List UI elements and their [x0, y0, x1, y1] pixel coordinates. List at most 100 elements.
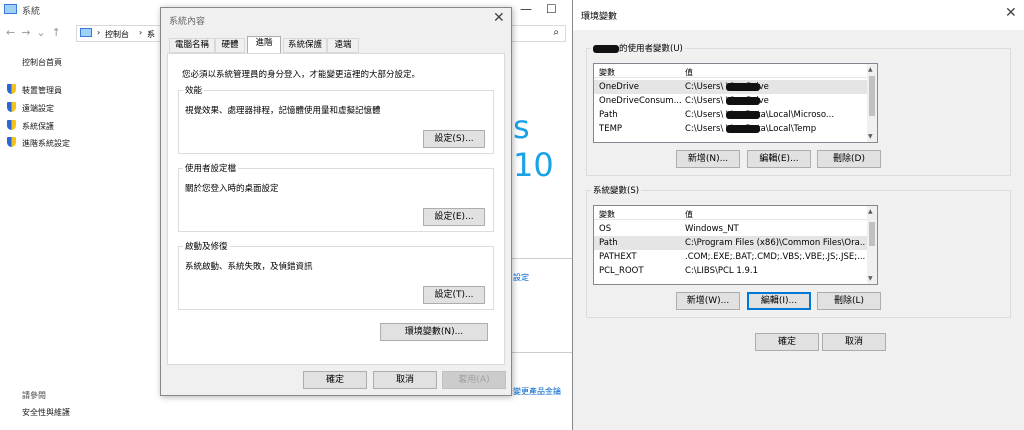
- var-value: C:\Program Files (x86)\Common Files\Ora.…: [685, 238, 865, 248]
- security-maintenance-link[interactable]: 安全性與維護: [22, 407, 70, 418]
- scroll-down-icon[interactable]: ▼: [868, 275, 873, 282]
- redacted-username: [726, 125, 760, 133]
- user-delete-button[interactable]: 刪除(D): [817, 150, 881, 168]
- redacted-username: [726, 97, 760, 105]
- performance-desc: 視覺效果、處理器排程，記憶體使用量和虛擬記憶體: [185, 106, 381, 116]
- var-name: PCL_ROOT: [599, 266, 644, 276]
- redacted-username: [726, 83, 760, 91]
- performance-settings-button[interactable]: 設定(S)...: [423, 130, 485, 148]
- col-value-header[interactable]: 值: [685, 209, 693, 220]
- environment-variables-dialog: 環境變數 ✕ 的使用者變數(U) 變數 值 OneDrive C:\Users\ …: [572, 0, 1024, 430]
- settings-link[interactable]: 設定: [513, 272, 529, 283]
- list-item[interactable]: PCL_ROOT C:\LIBS\PCL 1.9.1: [594, 264, 868, 278]
- breadcrumb-item[interactable]: 系: [147, 29, 155, 40]
- shield-icon: [7, 84, 16, 94]
- var-name: PATHEXT: [599, 252, 637, 262]
- user-profiles-legend: 使用者設定檔: [183, 162, 239, 174]
- list-item[interactable]: PATHEXT .COM;.EXE;.BAT;.CMD;.VBS;.VBE;.JS…: [594, 250, 868, 264]
- maximize-icon[interactable]: ☐: [546, 2, 557, 16]
- tab-hardware[interactable]: 硬體: [215, 38, 245, 53]
- scrollbar[interactable]: ▲ ▼: [867, 64, 877, 142]
- sidebar-home[interactable]: 控制台首頁: [22, 57, 62, 68]
- user-profiles-group: 使用者設定檔 關於您登入時的桌面設定 設定(E)...: [178, 162, 494, 232]
- control-panel-icon: [80, 28, 92, 37]
- list-header: 變數 值: [594, 206, 877, 220]
- scroll-down-icon[interactable]: ▼: [868, 133, 873, 140]
- breadcrumb-sep-icon: ›: [97, 28, 101, 37]
- scroll-up-icon[interactable]: ▲: [868, 208, 873, 215]
- monitor-icon: [4, 4, 17, 14]
- scrollbar[interactable]: ▲ ▼: [867, 206, 877, 284]
- user-profiles-desc: 關於您登入時的桌面設定: [185, 184, 279, 194]
- cancel-button[interactable]: 取消: [373, 371, 437, 389]
- var-name: OneDrive: [599, 82, 639, 92]
- system-properties-dialog: 系統內容 ✕ 電腦名稱 硬體 進階 系統保護 遠端 您必須以系統管理員的身分登入…: [160, 7, 512, 396]
- close-icon[interactable]: ✕: [1005, 5, 1017, 21]
- redacted-username: [593, 44, 619, 53]
- user-new-button[interactable]: 新增(N)...: [676, 150, 740, 168]
- ok-button[interactable]: 確定: [303, 371, 367, 389]
- shield-icon: [7, 137, 16, 147]
- list-item[interactable]: OS Windows_NT: [594, 222, 868, 236]
- col-value-header[interactable]: 值: [685, 67, 693, 78]
- nav-arrows[interactable]: ←→⌄↑: [6, 26, 67, 39]
- startup-legend: 啟動及修復: [183, 240, 230, 252]
- sidebar-item-advanced[interactable]: 進階系統設定: [22, 138, 70, 149]
- system-variables-group: 系統變數(S) 變數 值 OS Windows_NT Path C:\Program…: [586, 184, 1011, 318]
- user-variables-group: 的使用者變數(U) 變數 值 OneDrive C:\Users\ \OneDri…: [586, 42, 1011, 176]
- startup-desc: 系統啟動、系統失敗，及偵錯資訊: [185, 262, 313, 272]
- list-item[interactable]: Path C:\Program Files (x86)\Common Files\…: [594, 236, 868, 250]
- col-variable-header[interactable]: 變數: [599, 209, 615, 220]
- var-name: OneDriveConsum...: [599, 96, 681, 106]
- advanced-panel: 您必須以系統管理員的身分登入，才能變更這裡的大部分設定。 效能 視覺效果、處理器…: [167, 53, 505, 365]
- system-edit-button[interactable]: 編輯(I)...: [747, 292, 811, 310]
- user-variables-list[interactable]: 變數 值 OneDrive C:\Users\ \OneDrive OneDriv…: [593, 63, 878, 143]
- scroll-thumb[interactable]: [869, 222, 875, 246]
- tab-system-protection[interactable]: 系統保護: [283, 38, 327, 53]
- sidebar-item-remote[interactable]: 遠端設定: [22, 103, 54, 114]
- see-also-heading: 請參閱: [22, 391, 46, 400]
- environment-variables-button[interactable]: 環境變數(N)...: [380, 323, 488, 341]
- sidebar-item-protection[interactable]: 系統保護: [22, 121, 54, 132]
- var-name: Path: [599, 238, 618, 248]
- col-variable-header[interactable]: 變數: [599, 67, 615, 78]
- redacted-username: [726, 111, 760, 119]
- dialog-title: 系統內容: [169, 17, 206, 27]
- scroll-up-icon[interactable]: ▲: [868, 66, 873, 73]
- var-value: C:\LIBS\PCL 1.9.1: [685, 266, 758, 276]
- scroll-thumb[interactable]: [869, 76, 875, 116]
- performance-group: 效能 視覺效果、處理器排程，記憶體使用量和虛擬記憶體 設定(S)...: [178, 84, 494, 154]
- var-value: Windows_NT: [685, 224, 739, 234]
- search-icon[interactable]: ⌕: [553, 27, 559, 38]
- var-value: C:\Users\ \AppData\Local\Microso...: [685, 110, 835, 120]
- system-new-button[interactable]: 新增(W)...: [676, 292, 740, 310]
- apply-button[interactable]: 套用(A): [442, 371, 506, 389]
- var-value: C:\Users\ \OneDrive: [685, 96, 769, 106]
- user-edit-button[interactable]: 編輯(E)...: [747, 150, 811, 168]
- close-icon[interactable]: ✕: [493, 10, 505, 26]
- minimize-icon[interactable]: —: [520, 2, 532, 16]
- windows-brand-text: s 10: [513, 108, 554, 184]
- var-name: TEMP: [599, 124, 623, 134]
- change-key-link[interactable]: 變更產品金鑰: [513, 386, 561, 397]
- shield-icon: [7, 102, 16, 112]
- breadcrumb-item[interactable]: 控制台: [105, 29, 129, 40]
- system-variables-list[interactable]: 變數 值 OS Windows_NT Path C:\Program Files (…: [593, 205, 878, 285]
- env-cancel-button[interactable]: 取消: [822, 333, 886, 351]
- performance-legend: 效能: [183, 84, 205, 96]
- tab-remote[interactable]: 遠端: [327, 38, 359, 53]
- system-delete-button[interactable]: 刪除(L): [817, 292, 881, 310]
- env-title-bar: 環境變數 ✕: [573, 0, 1024, 30]
- tab-computer-name[interactable]: 電腦名稱: [169, 38, 215, 53]
- startup-settings-button[interactable]: 設定(T)...: [423, 286, 485, 304]
- sidebar-item-device-manager[interactable]: 裝置管理員: [22, 85, 62, 96]
- user-variables-label: 的使用者變數(U): [619, 44, 683, 54]
- divider: [512, 258, 572, 259]
- var-name: Path: [599, 110, 618, 120]
- tab-advanced[interactable]: 進階: [247, 36, 281, 53]
- var-value: C:\Users\ \OneDrive: [685, 82, 769, 92]
- env-dialog-title: 環境變數: [581, 12, 618, 22]
- user-profiles-settings-button[interactable]: 設定(E)...: [423, 208, 485, 226]
- breadcrumb-sep-icon: ›: [139, 28, 143, 37]
- env-ok-button[interactable]: 確定: [755, 333, 819, 351]
